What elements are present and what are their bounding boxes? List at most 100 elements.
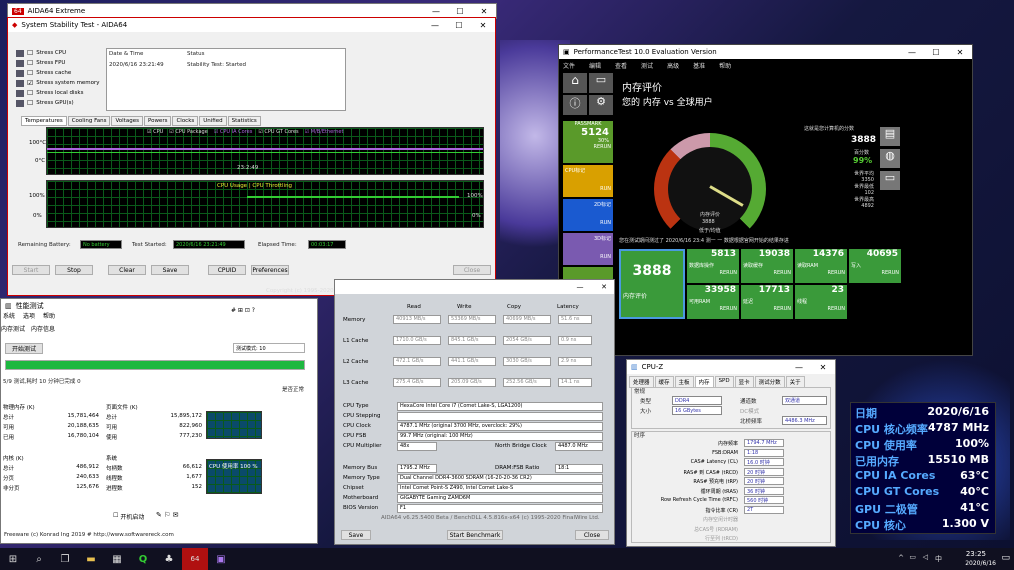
stability-tab[interactable]: Clocks — [172, 116, 199, 126]
memtest-tab[interactable]: 内存信息 — [31, 324, 55, 333]
bench-close-button[interactable]: Close — [575, 530, 609, 540]
stress-option[interactable]: ☐ Stress local disks — [16, 88, 100, 98]
globe-icon[interactable]: ◍ — [880, 149, 900, 168]
pt-menu-item[interactable]: 帮助 — [719, 61, 731, 70]
volume-icon[interactable]: ◁ — [923, 553, 928, 561]
stability-tab[interactable]: Powers — [143, 116, 172, 126]
cpuz-window[interactable]: ▥ CPU-Z — ✕ 处理器 缓存 主板 内存 SPD 显卡 测试分数 关于 常规 类型 DDR… — [626, 359, 836, 547]
aida64-task-icon[interactable]: 64 — [182, 548, 208, 570]
app-icon[interactable]: ♣ — [156, 548, 182, 570]
chat-icon[interactable]: ▭ — [880, 171, 900, 190]
memory-test-window[interactable]: ▥ 性能测试 系统 选项 帮助 # ⊞ ⊡ ? 内存测试 内存信息 开始测试 测试模式:… — [0, 298, 318, 544]
tray-chevron-icon[interactable]: ^ — [898, 554, 904, 562]
passmark-rerun[interactable]: RERUN — [563, 144, 613, 150]
subtest-rerun[interactable]: RERUN — [687, 306, 739, 312]
checkbox-icon[interactable]: ☐ — [27, 99, 33, 107]
3d-mark-tile[interactable]: 3D标记 RUN — [563, 233, 613, 265]
checkbox-icon[interactable]: ☐ — [113, 512, 118, 521]
start-test-button[interactable]: 开始测试 — [5, 343, 43, 354]
bench-title-bar[interactable]: — ✕ — [335, 280, 614, 294]
subtest-rerun[interactable]: RERUN — [687, 270, 739, 276]
memtest-menu-item[interactable]: 选项 — [23, 311, 35, 320]
close-icon[interactable]: ✕ — [594, 283, 614, 291]
subtest-tile[interactable]: 5813 数据库操作 RERUN — [687, 249, 739, 283]
ime-indicator[interactable]: 中 — [935, 554, 942, 564]
settings-icon[interactable]: ⚙ — [589, 95, 613, 115]
legend-item[interactable]: ☑ CPU IA Cores — [214, 129, 253, 135]
monitor-icon[interactable]: ▭ — [589, 73, 613, 93]
info-icon[interactable]: ⓘ — [563, 95, 587, 115]
legend-item[interactable]: ☑ CPU — [147, 129, 163, 135]
legend-item[interactable]: ☑ M/B/Ethernet — [305, 129, 344, 135]
subtest-rerun[interactable]: RERUN — [741, 306, 793, 312]
stability-tab[interactable]: Cooling Fans — [67, 116, 111, 126]
close-icon[interactable]: ✕ — [811, 363, 835, 372]
legend-item[interactable]: ☑ CPU GT Cores — [258, 129, 298, 135]
pt-menu-item[interactable]: 编辑 — [589, 61, 601, 70]
performancetest-window[interactable]: ▣ PerformanceTest 10.0 Evaluation Version… — [558, 44, 973, 356]
stability-test-window[interactable]: ◆ System Stability Test - AIDA64 — ☐ ✕ ☐ Str… — [7, 17, 496, 296]
checkbox-icon[interactable]: ☐ — [27, 59, 33, 67]
cpu-mark-run[interactable]: RUN — [563, 186, 613, 192]
memtest-menu-item[interactable]: 帮助 — [43, 311, 55, 320]
cpu-mark-tile[interactable]: CPU标记 RUN — [563, 165, 613, 197]
subtest-tile[interactable]: 40695 写入 RERUN — [849, 249, 901, 283]
pt-title-bar[interactable]: ▣ PerformanceTest 10.0 Evaluation Version… — [559, 45, 972, 59]
maximize-icon[interactable]: ☐ — [448, 7, 472, 16]
minimize-icon[interactable]: — — [423, 21, 447, 30]
start-icon[interactable]: ⊞ — [0, 548, 26, 570]
close-button[interactable]: Close — [453, 265, 491, 275]
memory-mark-tile[interactable]: 3888 内存评价 — [619, 249, 685, 319]
subtest-rerun[interactable]: RERUN — [795, 306, 847, 312]
stress-option[interactable]: ☐ Stress cache — [16, 68, 100, 78]
notification-icon[interactable]: ▭ — [1001, 553, 1010, 563]
close-icon[interactable]: ✕ — [472, 7, 496, 16]
cpuz-title-bar[interactable]: ▥ CPU-Z — ✕ — [627, 360, 835, 374]
maximize-icon[interactable]: ☐ — [924, 48, 948, 57]
cpuid-button[interactable]: CPUID — [208, 265, 246, 275]
cpuz-task-icon[interactable]: ▣ — [208, 548, 234, 570]
startup-check[interactable]: ☐ 开机启动 — [113, 512, 144, 521]
save-button[interactable]: Save — [151, 265, 189, 275]
subtest-rerun[interactable]: RERUN — [741, 270, 793, 276]
subtest-tile[interactable]: 17713 延迟 RERUN — [741, 285, 793, 319]
subtest-tile[interactable]: 23 线程 RERUN — [795, 285, 847, 319]
2d-mark-run[interactable]: RUN — [563, 220, 613, 226]
stability-tab[interactable]: Voltages — [111, 116, 143, 126]
stress-option[interactable]: ☐ Stress GPU(s) — [16, 98, 100, 108]
search-icon[interactable]: ⌕ — [26, 548, 52, 570]
close-icon[interactable]: ✕ — [948, 48, 972, 57]
checkbox-icon[interactable]: ☐ — [27, 89, 33, 97]
subtest-rerun[interactable]: RERUN — [795, 270, 847, 276]
maximize-icon[interactable]: ☐ — [447, 21, 471, 30]
memtest-tab[interactable]: 内存测试 — [1, 324, 25, 333]
explorer-icon[interactable]: ▬ — [78, 548, 104, 570]
stress-option[interactable]: ☐ Stress CPU — [16, 48, 100, 58]
checkbox-icon[interactable]: ☐ — [27, 69, 33, 77]
clear-button[interactable]: Clear — [108, 265, 146, 275]
memtest-menu-item[interactable]: 系统 — [3, 311, 15, 320]
subtest-rerun[interactable]: RERUN — [849, 270, 901, 276]
stop-button[interactable]: Stop — [55, 265, 93, 275]
aida64-title-bar[interactable]: 64 AIDA64 Extreme — ☐ ✕ — [8, 4, 496, 18]
start-button[interactable]: Start — [12, 265, 50, 275]
3d-mark-run[interactable]: RUN — [563, 254, 613, 260]
stress-option[interactable]: ☐ Stress FPU — [16, 58, 100, 68]
subtest-tile[interactable]: 33958 可用RAM RERUN — [687, 285, 739, 319]
stability-tab[interactable]: Temperatures — [21, 116, 67, 126]
subtest-tile[interactable]: 19038 读取缓存 RERUN — [741, 249, 793, 283]
bench-save-button[interactable]: Save — [341, 530, 371, 540]
start-benchmark-button[interactable]: Start Benchmark — [447, 530, 503, 540]
tray-time[interactable]: 23:25 — [966, 550, 986, 558]
pt-menu-item[interactable]: 查看 — [615, 61, 627, 70]
pt-menu-item[interactable]: 基准 — [693, 61, 705, 70]
home-icon[interactable]: ⌂ — [563, 73, 587, 93]
network-icon[interactable]: ▭ — [909, 553, 916, 561]
pt-menu-item[interactable]: 测试 — [641, 61, 653, 70]
pt-menu-item[interactable]: 高级 — [667, 61, 679, 70]
minimize-icon[interactable]: — — [424, 7, 448, 16]
minimize-icon[interactable]: — — [570, 283, 590, 291]
pt-menu-item[interactable]: 文件 — [563, 61, 575, 70]
stability-tab[interactable]: Statistics — [227, 116, 261, 126]
minimize-icon[interactable]: — — [900, 48, 924, 57]
